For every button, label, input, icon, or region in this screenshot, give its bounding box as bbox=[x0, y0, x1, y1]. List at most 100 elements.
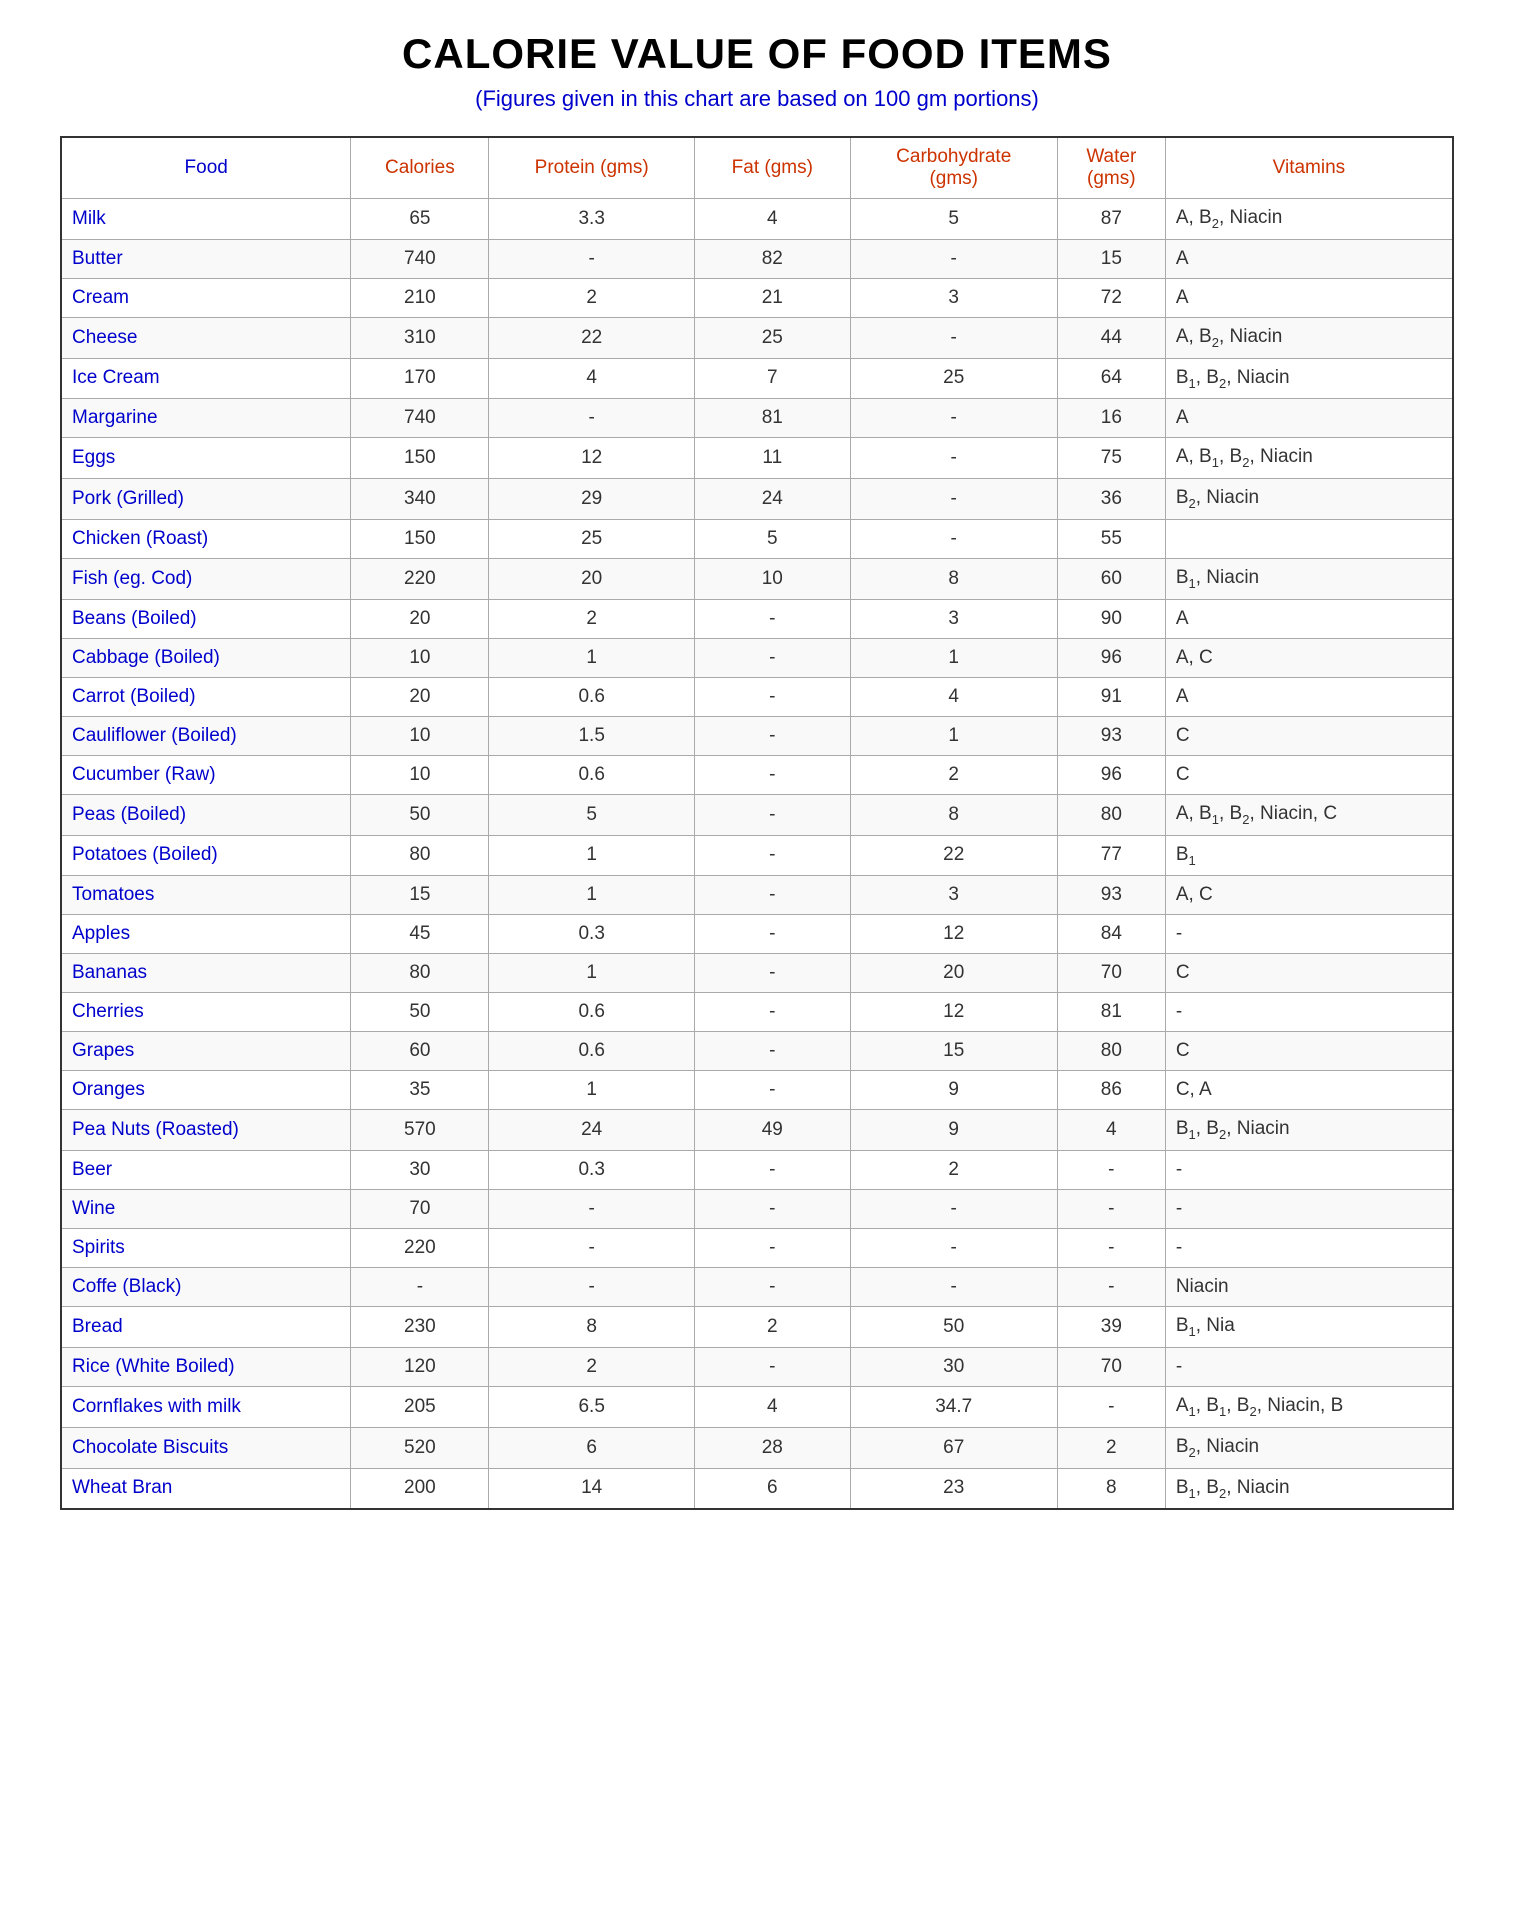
data-cell: 340 bbox=[351, 479, 489, 520]
food-name-cell: Fish (eg. Cod) bbox=[61, 558, 351, 599]
data-cell: 20 bbox=[351, 677, 489, 716]
table-row: Chocolate Biscuits520628672B2, Niacin bbox=[61, 1427, 1453, 1468]
table-row: Tomatoes151-393A, C bbox=[61, 876, 1453, 915]
data-cell: - bbox=[850, 519, 1057, 558]
food-name-cell: Apples bbox=[61, 915, 351, 954]
food-name-cell: Pork (Grilled) bbox=[61, 479, 351, 520]
subtitle: (Figures given in this chart are based o… bbox=[60, 86, 1454, 112]
data-cell: 6 bbox=[489, 1427, 695, 1468]
table-row: Beer300.3-2-- bbox=[61, 1151, 1453, 1190]
food-name-cell: Beer bbox=[61, 1151, 351, 1190]
table-row: Spirits220----- bbox=[61, 1229, 1453, 1268]
table-row: Potatoes (Boiled)801-2277B1 bbox=[61, 835, 1453, 876]
data-cell: - bbox=[850, 1229, 1057, 1268]
data-cell: 2 bbox=[489, 599, 695, 638]
vitamins-cell: - bbox=[1165, 1347, 1453, 1386]
food-name-cell: Carrot (Boiled) bbox=[61, 677, 351, 716]
data-cell: - bbox=[694, 716, 850, 755]
data-cell: 60 bbox=[1057, 558, 1165, 599]
food-name-cell: Coffe (Black) bbox=[61, 1268, 351, 1307]
data-cell: - bbox=[850, 1190, 1057, 1229]
data-cell: 520 bbox=[351, 1427, 489, 1468]
vitamins-cell: B1, B2, Niacin bbox=[1165, 1468, 1453, 1509]
data-cell: 3.3 bbox=[489, 199, 695, 240]
table-row: Pea Nuts (Roasted)570244994B1, B2, Niaci… bbox=[61, 1110, 1453, 1151]
food-name-cell: Tomatoes bbox=[61, 876, 351, 915]
food-name-cell: Cream bbox=[61, 278, 351, 317]
food-name-cell: Peas (Boiled) bbox=[61, 794, 351, 835]
table-row: Eggs1501211-75A, B1, B2, Niacin bbox=[61, 438, 1453, 479]
data-cell: - bbox=[694, 599, 850, 638]
vitamins-cell: A bbox=[1165, 599, 1453, 638]
vitamins-cell: - bbox=[1165, 915, 1453, 954]
table-row: Cream210221372A bbox=[61, 278, 1453, 317]
data-cell: 310 bbox=[351, 317, 489, 358]
data-cell: 64 bbox=[1057, 358, 1165, 399]
data-cell: - bbox=[694, 1071, 850, 1110]
data-cell: 25 bbox=[489, 519, 695, 558]
data-cell: - bbox=[694, 1347, 850, 1386]
data-cell: - bbox=[694, 1190, 850, 1229]
data-cell: 4 bbox=[1057, 1110, 1165, 1151]
vitamins-cell: B2, Niacin bbox=[1165, 1427, 1453, 1468]
data-cell: 49 bbox=[694, 1110, 850, 1151]
data-cell: 21 bbox=[694, 278, 850, 317]
data-cell: 0.6 bbox=[489, 1032, 695, 1071]
data-cell: 16 bbox=[1057, 399, 1165, 438]
food-name-cell: Margarine bbox=[61, 399, 351, 438]
data-cell: 84 bbox=[1057, 915, 1165, 954]
vitamins-cell: Niacin bbox=[1165, 1268, 1453, 1307]
food-name-cell: Rice (White Boiled) bbox=[61, 1347, 351, 1386]
food-name-cell: Cherries bbox=[61, 993, 351, 1032]
data-cell: 3 bbox=[850, 278, 1057, 317]
data-cell: 170 bbox=[351, 358, 489, 399]
data-cell: 70 bbox=[1057, 954, 1165, 993]
data-cell: 70 bbox=[1057, 1347, 1165, 1386]
data-cell: 70 bbox=[351, 1190, 489, 1229]
vitamins-cell: C bbox=[1165, 755, 1453, 794]
vitamins-cell: - bbox=[1165, 993, 1453, 1032]
data-cell: 30 bbox=[850, 1347, 1057, 1386]
data-cell: 6 bbox=[694, 1468, 850, 1509]
table-row: Oranges351-986C, A bbox=[61, 1071, 1453, 1110]
data-cell: - bbox=[694, 755, 850, 794]
data-cell: - bbox=[489, 1190, 695, 1229]
data-cell: 80 bbox=[1057, 794, 1165, 835]
vitamins-cell: C bbox=[1165, 1032, 1453, 1071]
vitamins-cell: - bbox=[1165, 1229, 1453, 1268]
food-name-cell: Spirits bbox=[61, 1229, 351, 1268]
data-cell: 86 bbox=[1057, 1071, 1165, 1110]
header-food: Food bbox=[61, 137, 351, 199]
table-row: Margarine740-81-16A bbox=[61, 399, 1453, 438]
data-cell: - bbox=[694, 954, 850, 993]
data-cell: 82 bbox=[694, 239, 850, 278]
data-cell: 4 bbox=[489, 358, 695, 399]
data-cell: 81 bbox=[694, 399, 850, 438]
table-row: Cauliflower (Boiled)101.5-193C bbox=[61, 716, 1453, 755]
data-cell: 10 bbox=[351, 755, 489, 794]
data-cell: - bbox=[489, 1229, 695, 1268]
table-row: Apples450.3-1284- bbox=[61, 915, 1453, 954]
vitamins-cell: A, B2, Niacin bbox=[1165, 199, 1453, 240]
food-name-cell: Butter bbox=[61, 239, 351, 278]
vitamins-cell: B1, Nia bbox=[1165, 1307, 1453, 1348]
data-cell: 91 bbox=[1057, 677, 1165, 716]
data-cell: 120 bbox=[351, 1347, 489, 1386]
data-cell: 2 bbox=[1057, 1427, 1165, 1468]
data-cell: 45 bbox=[351, 915, 489, 954]
vitamins-cell: B1, B2, Niacin bbox=[1165, 1110, 1453, 1151]
data-cell: 150 bbox=[351, 519, 489, 558]
data-cell: - bbox=[850, 239, 1057, 278]
vitamins-cell: A, B1, B2, Niacin, C bbox=[1165, 794, 1453, 835]
data-cell: 81 bbox=[1057, 993, 1165, 1032]
data-cell: 0.6 bbox=[489, 755, 695, 794]
data-cell: 8 bbox=[1057, 1468, 1165, 1509]
data-cell: 50 bbox=[850, 1307, 1057, 1348]
data-cell: 7 bbox=[694, 358, 850, 399]
header-water: Water(gms) bbox=[1057, 137, 1165, 199]
data-cell: - bbox=[694, 1032, 850, 1071]
data-cell: 15 bbox=[850, 1032, 1057, 1071]
data-cell: 1 bbox=[489, 835, 695, 876]
data-cell: 23 bbox=[850, 1468, 1057, 1509]
data-cell: 96 bbox=[1057, 638, 1165, 677]
